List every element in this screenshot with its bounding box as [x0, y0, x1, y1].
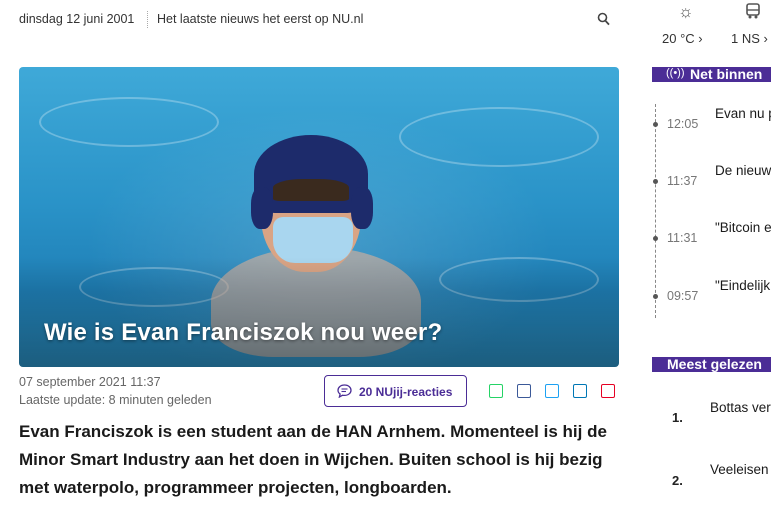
most-read-item[interactable]: Veeleisen supermar [710, 460, 771, 480]
whatsapp-icon[interactable] [489, 384, 503, 398]
article-title: Wie is Evan Franciszok nou weer? [44, 319, 443, 346]
net-binnen-title: Net binnen [690, 66, 763, 82]
chat-bubble-icon [337, 384, 352, 399]
timeline-dot [653, 236, 658, 241]
top-bar: dinsdag 12 juni 2001 Het laatste nieuws … [0, 0, 640, 40]
meest-gelezen-title: Meest gelezen [667, 356, 762, 372]
update-value: 8 minuten geleden [108, 393, 212, 407]
timeline-dot [653, 179, 658, 184]
cap-ear-guard [351, 187, 373, 229]
hair [273, 179, 349, 201]
news-item[interactable]: Evan nu polocomm [715, 104, 771, 124]
broadcast-icon: ((•)) [666, 67, 685, 79]
update-info: Laatste update: 8 minuten geleden [19, 393, 212, 407]
article-hero-image[interactable]: Wie is Evan Franciszok nou weer? [19, 67, 619, 367]
news-item[interactable]: "Bitcoin e goed", Ze [715, 218, 771, 238]
timeline-dot [653, 294, 658, 299]
timeline-dot [653, 122, 658, 127]
news-item[interactable]: "Eindelijk school, h [715, 276, 771, 296]
news-time: 09:57 [667, 289, 699, 303]
timeline-line [655, 104, 656, 318]
linkedin-icon[interactable] [573, 384, 587, 398]
publish-date: 07 september 2021 11:37 [19, 375, 161, 389]
update-label: Laatste update: [19, 393, 106, 407]
water-ripple [39, 97, 219, 147]
reactions-button[interactable]: 20 NUjij-reacties [324, 375, 467, 407]
news-time: 11:31 [667, 231, 698, 245]
pinterest-icon[interactable] [601, 384, 615, 398]
rank-number: 2. [672, 473, 683, 488]
news-item[interactable]: De nieuw posbankt [715, 161, 771, 181]
article-intro: Evan Franciszok is een student aan de HA… [19, 422, 607, 497]
rank-number: 1. [672, 410, 683, 425]
divider [147, 11, 148, 28]
meest-gelezen-header: Meest gelezen [652, 356, 771, 372]
net-binnen-header: ((•)) Net binnen [652, 66, 771, 82]
twitter-icon[interactable] [545, 384, 559, 398]
sidebar: ((•)) Net binnen 12:05 Evan nu polocomm … [652, 0, 771, 519]
facebook-icon[interactable] [517, 384, 531, 398]
search-icon[interactable] [597, 12, 611, 28]
cap-ear-guard [251, 187, 273, 229]
most-read-item[interactable]: Bottas ver Mercedes [710, 398, 771, 418]
news-time: 12:05 [667, 117, 699, 131]
current-date: dinsdag 12 juni 2001 [19, 12, 135, 26]
news-time: 11:37 [667, 174, 698, 188]
tagline: Het laatste nieuws het eerst op NU.nl [157, 12, 364, 26]
reactions-label: 20 NUjij-reacties [359, 385, 453, 399]
image-gradient [19, 257, 619, 367]
water-ripple [399, 107, 599, 167]
